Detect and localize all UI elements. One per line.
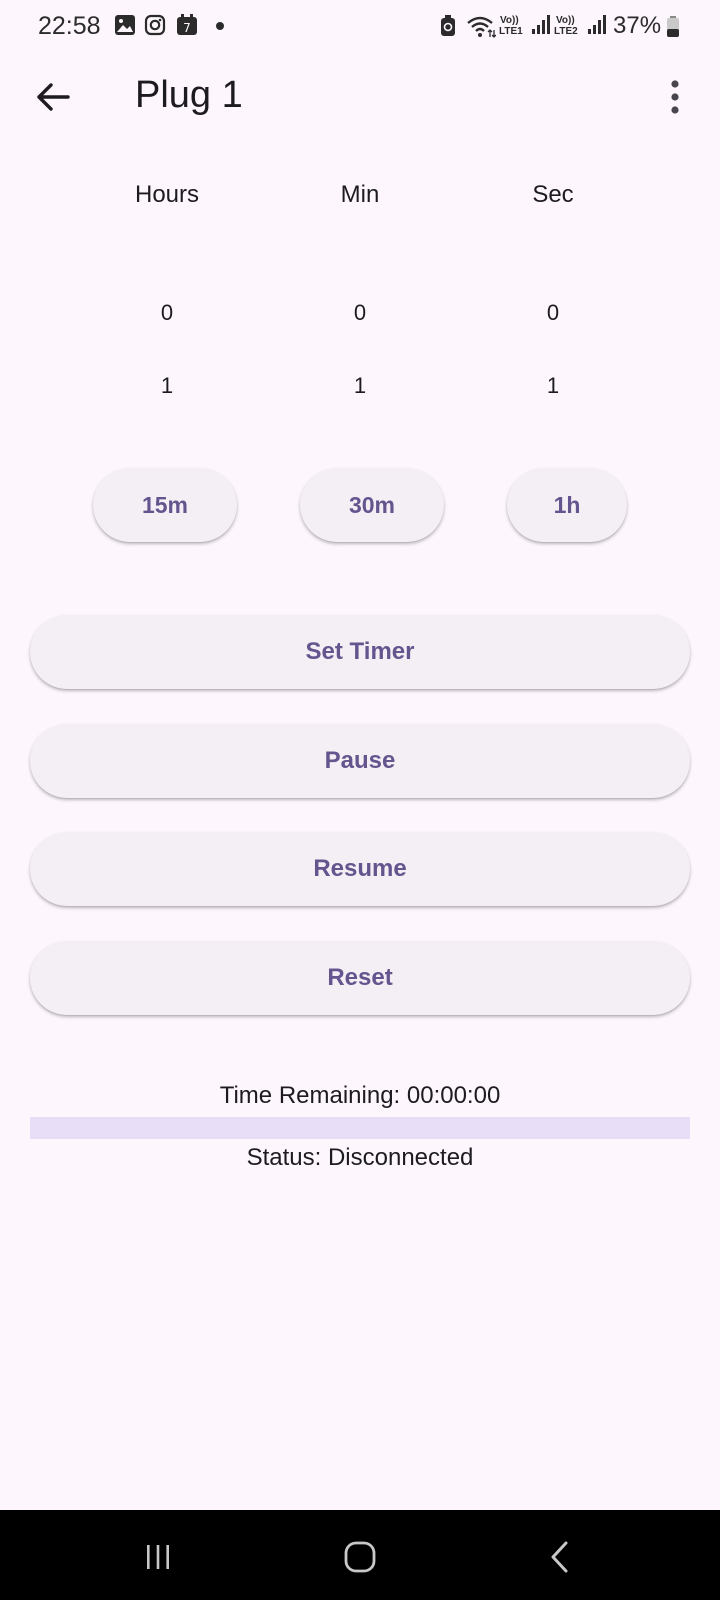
chevron-left-icon (551, 1541, 568, 1573)
hours-value-0[interactable]: 0 (67, 300, 267, 326)
battery-icon (666, 16, 680, 38)
battery-percent: 37% (613, 12, 662, 39)
sim1-volte-label: Vo)) (500, 15, 519, 26)
minutes-value-0[interactable]: 0 (260, 300, 460, 326)
arrow-back-icon (37, 83, 70, 111)
home-button[interactable] (335, 1532, 385, 1582)
system-nav-bar (0, 1510, 720, 1600)
connection-status-text: Status: Disconnected (246, 1144, 474, 1171)
instagram-icon (144, 14, 166, 36)
hours-label: Hours (134, 181, 200, 208)
signal-sim2-icon (586, 14, 608, 36)
notification-dot (216, 22, 224, 30)
sim2-network-label: LTE2 (554, 26, 578, 37)
calendar-icon: 7 (176, 14, 198, 36)
preset-30m-button[interactable]: 30m (300, 468, 444, 542)
seconds-label: Sec (532, 181, 574, 208)
battery-saver-icon (438, 15, 460, 37)
reset-button[interactable]: Reset (30, 941, 690, 1015)
home-icon (344, 1541, 376, 1573)
recent-apps-icon (147, 1545, 169, 1569)
gallery-icon (114, 14, 136, 36)
seconds-value-0[interactable]: 0 (453, 300, 653, 326)
resume-button[interactable]: Resume (30, 832, 690, 906)
more-options-button[interactable] (650, 72, 700, 122)
calendar-day: 7 (183, 21, 191, 35)
sim2-volte-label: Vo)) (556, 15, 575, 26)
minutes-label: Min (340, 181, 380, 208)
timer-progress-bar (30, 1117, 690, 1139)
back-button[interactable] (28, 72, 78, 122)
pause-button[interactable]: Pause (30, 724, 690, 798)
set-timer-button[interactable]: Set Timer (30, 615, 690, 689)
hours-value-1[interactable]: 1 (67, 373, 267, 399)
status-time: 22:58 (38, 12, 101, 40)
preset-1h-button[interactable]: 1h (507, 468, 627, 542)
recent-apps-button[interactable] (133, 1532, 183, 1582)
status-bar: 22:58 7 Vo)) LTE1 Vo)) LTE2 37% (0, 0, 720, 56)
wifi-icon (466, 14, 497, 38)
sim1-network-label: LTE1 (499, 26, 523, 37)
signal-sim1-icon (530, 14, 552, 36)
minutes-value-1[interactable]: 1 (260, 373, 460, 399)
system-back-button[interactable] (535, 1532, 585, 1582)
seconds-value-1[interactable]: 1 (453, 373, 653, 399)
more-vert-icon (671, 80, 679, 114)
time-remaining-text: Time Remaining: 00:00:00 (219, 1082, 501, 1109)
preset-15m-button[interactable]: 15m (93, 468, 237, 542)
app-bar: Plug 1 (0, 56, 720, 140)
page-title: Plug 1 (135, 74, 243, 116)
